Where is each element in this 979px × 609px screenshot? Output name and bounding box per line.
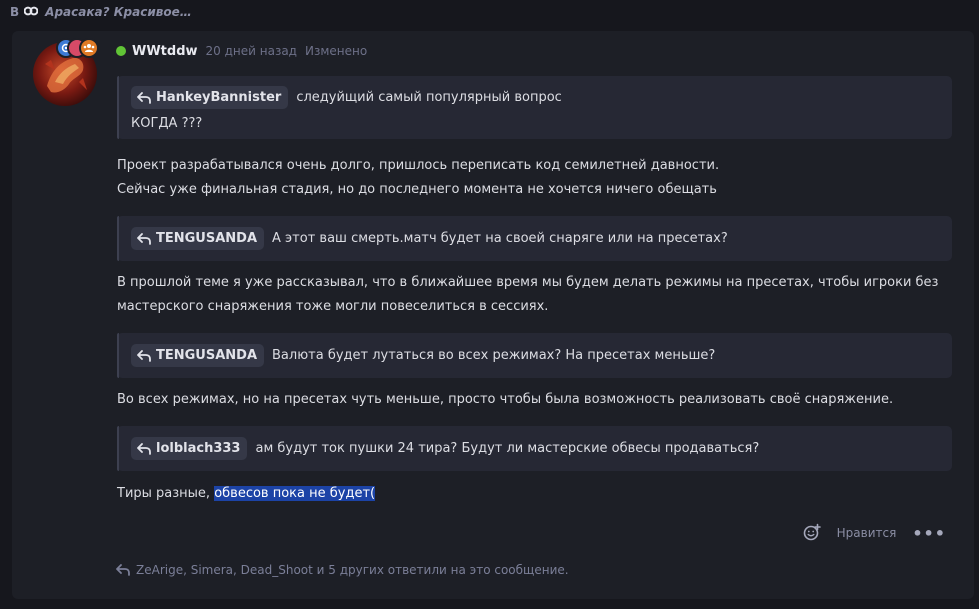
quote-text: ам будут ток пушки 24 тира? Будут ли мас… [255, 441, 760, 456]
author-name[interactable]: WWtddw [132, 44, 198, 59]
quote-text: КОГДА ??? [131, 116, 203, 131]
quote-block: HankeyBannister следуйщий самый популярн… [117, 76, 952, 139]
mask-icon [23, 5, 39, 19]
paragraph-line: мастерского снаряжения тоже могли повесе… [117, 299, 549, 314]
quote-author: lolblach333 [156, 441, 241, 456]
post-actions: Нравится ••• [803, 521, 946, 545]
post-paragraph: Проект разрабатывался очень долго, пришл… [117, 154, 719, 202]
reply-arrow-icon [137, 232, 151, 245]
post-header: WWtddw 20 дней назад Изменено [116, 42, 367, 60]
quote-author-chip[interactable]: lolblach333 [131, 437, 248, 460]
reply-arrow-icon [137, 442, 151, 455]
more-options-icon[interactable]: ••• [912, 524, 946, 543]
quote-text: А этот ваш смерть.матч будет на своей сн… [272, 231, 728, 246]
quote-block: TENGUSANDA А этот ваш смерть.матч будет … [117, 216, 952, 261]
like-button[interactable]: Нравится [837, 526, 897, 540]
forum-post: WWtddw 20 дней назад Изменено HankeyBann… [12, 31, 974, 599]
reply-arrow-icon [137, 349, 151, 362]
edited-label[interactable]: Изменено [305, 44, 367, 58]
quote-author: HankeyBannister [156, 90, 282, 105]
topic-prefix: В [10, 5, 20, 19]
quote-author-chip[interactable]: TENGUSANDA [131, 344, 265, 367]
post-paragraph: Во всех режимах, но на пресетах чуть мен… [117, 392, 894, 407]
topic-breadcrumb[interactable]: В Арасака? Красивое… [10, 3, 192, 21]
paragraph-line: Проект разрабатывался очень долго, пришл… [117, 158, 720, 173]
quote-block: lolblach333 ам будут ток пушки 24 тира? … [117, 426, 952, 471]
reply-arrow-icon [137, 91, 151, 104]
quote-author: TENGUSANDA [156, 348, 258, 363]
replies-summary[interactable]: ZeArige, Simera, Dead_Shoot и 5 других о… [116, 561, 569, 579]
users-badge-icon[interactable] [79, 38, 99, 58]
quote-author-chip[interactable]: TENGUSANDA [131, 227, 265, 250]
replies-text: ZeArige, Simera, Dead_Shoot и 5 других о… [136, 563, 569, 577]
topic-title[interactable]: Арасака? Красивое… [45, 5, 192, 19]
quote-author: TENGUSANDA [156, 231, 258, 246]
selected-text: обвесов пока не будет( [214, 486, 376, 501]
add-reaction-icon[interactable] [803, 523, 821, 544]
paragraph-line: В прошлой теме я уже рассказывал, что в … [117, 275, 939, 290]
paragraph-text: Тиры разные, [117, 486, 215, 501]
quote-author-chip[interactable]: HankeyBannister [131, 86, 289, 109]
reply-arrow-icon [116, 564, 130, 576]
paragraph-line: Сейчас уже финальная стадия, но до после… [117, 182, 717, 197]
quote-block: TENGUSANDA Валюта будет лутаться во всех… [117, 333, 952, 378]
post-paragraph: В прошлой теме я уже рассказывал, что в … [117, 271, 938, 319]
online-status-icon [116, 46, 126, 56]
quote-text: Валюта будет лутаться во всех режимах? Н… [272, 348, 716, 363]
quote-text: следуйщий самый популярный вопрос [296, 90, 562, 105]
post-paragraph: Тиры разные, обвесов пока не будет( [117, 482, 376, 506]
post-time[interactable]: 20 дней назад [206, 44, 297, 58]
